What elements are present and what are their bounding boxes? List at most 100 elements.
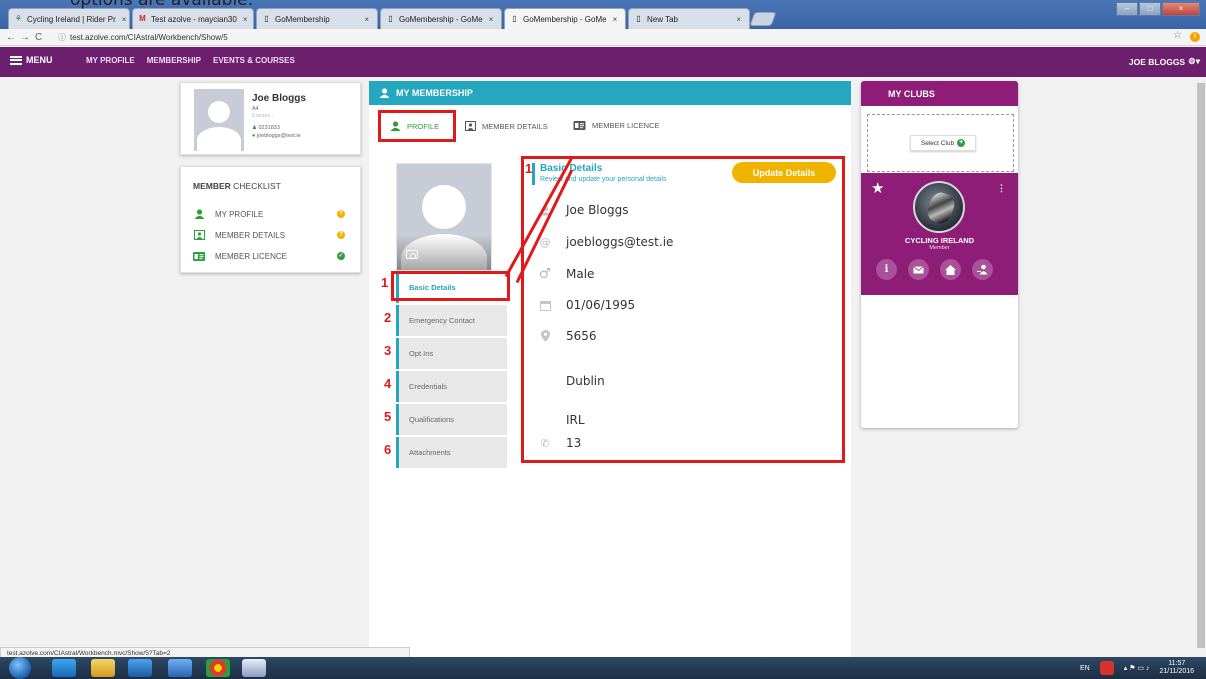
window-controls: – □ ×: [1115, 2, 1200, 16]
reload-icon[interactable]: C: [35, 31, 42, 44]
nav-link-membership[interactable]: MEMBERSHIP: [147, 56, 201, 65]
profile-email: joebloggs@test.ie: [256, 133, 301, 139]
tray-icons[interactable]: ▴ ⚑ ▭ ♪: [1124, 664, 1150, 672]
sidetab-qualifications[interactable]: Qualifications: [396, 404, 507, 435]
sidetab-label: Qualifications: [409, 415, 455, 424]
annotation-box-details: [521, 156, 845, 463]
clock-time: 11:57: [1168, 660, 1186, 667]
bookmark-star-icon[interactable]: ☆: [1173, 30, 1182, 41]
browser-tabstrip: ⚘ Cycling Ireland | Rider Pr × M Test azolv…: [0, 0, 1206, 29]
clock[interactable]: 11:57 21/11/2016: [1159, 660, 1194, 676]
chrome-icon[interactable]: [206, 659, 230, 677]
media-player-icon[interactable]: [128, 659, 152, 677]
close-tab-icon[interactable]: ×: [116, 15, 127, 24]
checklist-title-rest: CHECKLIST: [230, 181, 281, 191]
close-tab-icon[interactable]: ×: [730, 15, 741, 24]
browser-tab[interactable]: ⚘ Cycling Ireland | Rider Pr ×: [8, 8, 130, 29]
url-field[interactable]: ⓘ test.azolve.com/CIAstral/Workbench/Sho…: [58, 31, 1168, 44]
select-club-button[interactable]: Select Club +: [910, 135, 976, 151]
my-membership-panel: MY MEMBERSHIP PROFILE MEMBER DETAILS MEM…: [369, 81, 851, 679]
new-tab-button[interactable]: [749, 12, 777, 26]
scrollbar-thumb[interactable]: [1197, 83, 1205, 648]
warning-icon: ?: [337, 231, 345, 239]
cycling-ireland-icon: ⚘: [14, 14, 23, 23]
home-icon[interactable]: [940, 259, 961, 280]
tab-list: ⚘ Cycling Ireland | Rider Pr × M Test azolv…: [8, 8, 777, 29]
app-tray-icon[interactable]: [1099, 661, 1114, 675]
checklist-item-label: MY PROFILE: [215, 209, 264, 219]
checklist-item-member-licence[interactable]: MEMBER LICENCE ✓: [193, 250, 353, 262]
tab-member-licence[interactable]: MEMBER LICENCE: [573, 121, 660, 130]
annotation-box-profile-tab: [378, 110, 456, 142]
page-scrollbar[interactable]: [1196, 77, 1206, 657]
language-indicator[interactable]: EN: [1080, 665, 1090, 672]
nav-link-events-courses[interactable]: EVENTS & COURSES: [213, 56, 295, 65]
camera-icon[interactable]: [406, 250, 418, 259]
tab-member-details[interactable]: MEMBER DETAILS: [465, 121, 548, 131]
club-role: Member: [929, 245, 950, 251]
file-explorer-icon[interactable]: [91, 659, 115, 677]
browser-tab[interactable]: ▯ GoMembership ×: [256, 8, 378, 29]
sidetab-label: Attachments: [409, 448, 451, 457]
my-clubs-panel: MY CLUBS Select Club + ★ ⋮ CYCLING IRELA…: [861, 81, 1018, 428]
location-person-icon[interactable]: [972, 259, 993, 280]
address-bar: ← → C ⓘ test.azolve.com/CIAstral/Workben…: [0, 29, 1206, 46]
avatar-head: [422, 185, 466, 229]
mail-icon[interactable]: [908, 259, 929, 280]
close-tab-icon[interactable]: ×: [607, 15, 618, 24]
page-icon: ▯: [512, 14, 517, 23]
nav-link-my-profile[interactable]: MY PROFILE: [86, 56, 135, 65]
annotation-number: 4: [384, 376, 392, 391]
info-icon[interactable]: ⓘ: [58, 31, 66, 44]
avatar: [194, 89, 244, 151]
forward-icon[interactable]: →: [20, 31, 30, 44]
internet-explorer-icon[interactable]: [52, 659, 76, 677]
tab-label: MEMBER DETAILS: [482, 121, 548, 131]
windows-taskbar: EN ▴ ⚑ ▭ ♪ 11:57 21/11/2016: [0, 657, 1206, 679]
start-button[interactable]: [9, 657, 31, 679]
user-menu[interactable]: JOE BLOGGS ⚙▾: [1129, 56, 1200, 67]
sidetab-attachments[interactable]: Attachments: [396, 437, 507, 468]
club-logo: [913, 181, 965, 233]
app-icon[interactable]: [168, 659, 192, 677]
sidetab-credentials[interactable]: Credentials: [396, 371, 507, 402]
tab-title: GoMembership - GoMe: [399, 14, 483, 24]
info-icon[interactable]: i: [876, 259, 897, 280]
profile-member-id: 0231833: [258, 125, 280, 131]
browser-tab-active[interactable]: ▯ GoMembership - GoMe ×: [504, 8, 626, 29]
tab-title: New Tab: [647, 14, 678, 24]
caption-text: options are available:: [70, 0, 254, 10]
club-name: CYCLING IRELAND: [904, 236, 975, 245]
menu-button[interactable]: MENU: [10, 55, 53, 65]
profile-photo[interactable]: [396, 163, 492, 271]
extension-alert-icon[interactable]: !: [1190, 32, 1200, 42]
close-tab-icon[interactable]: ×: [483, 15, 494, 24]
more-options-icon[interactable]: ⋮: [997, 183, 1006, 194]
browser-tab[interactable]: M Test azolve - maycian30 ×: [132, 8, 254, 29]
select-club-area: Select Club +: [867, 114, 1014, 172]
sidetab-emergency-contact[interactable]: Emergency Contact: [396, 305, 507, 336]
browser-tab[interactable]: ▯ New Tab ×: [628, 8, 750, 29]
close-window-button[interactable]: ×: [1162, 2, 1200, 16]
checklist-item-label: MEMBER LICENCE: [215, 251, 288, 261]
sidetab-opt-ins[interactable]: Opt Ins: [396, 338, 507, 369]
star-icon[interactable]: ★: [871, 179, 884, 197]
member-checklist-card: MEMBER CHECKLIST MY PROFILE ? MEMBER DET…: [180, 166, 361, 273]
close-tab-icon[interactable]: ×: [237, 15, 248, 24]
checklist-item-my-profile[interactable]: MY PROFILE ?: [193, 208, 353, 220]
close-tab-icon[interactable]: ×: [358, 15, 369, 24]
checklist-item-member-details[interactable]: MEMBER DETAILS ?: [193, 229, 353, 241]
minimize-button[interactable]: –: [1116, 2, 1138, 16]
back-icon[interactable]: ←: [6, 31, 16, 44]
club-card[interactable]: ★ ⋮ CYCLING IRELAND Member i: [861, 173, 1018, 295]
paint-icon[interactable]: [242, 659, 266, 677]
browser-tab[interactable]: ▯ GoMembership - GoMe ×: [380, 8, 502, 29]
annotation-number: 6: [384, 442, 392, 457]
page-icon: ▯: [388, 14, 393, 23]
person-icon: [379, 88, 390, 98]
licence-icon: [573, 121, 586, 130]
maximize-button[interactable]: □: [1139, 2, 1161, 16]
system-tray: EN ▴ ⚑ ▭ ♪ 11:57 21/11/2016: [1080, 657, 1206, 679]
membership-header: MY MEMBERSHIP: [369, 81, 851, 105]
annotation-number: 2: [384, 310, 392, 325]
